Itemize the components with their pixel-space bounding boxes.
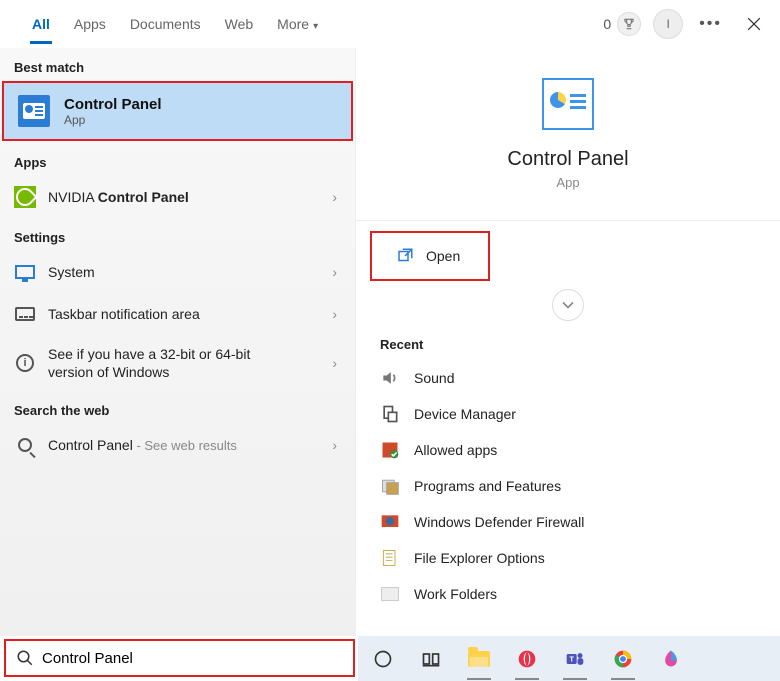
programs-icon xyxy=(380,476,400,496)
tab-apps[interactable]: Apps xyxy=(62,4,118,44)
preview-title: Control Panel xyxy=(356,148,780,171)
chevron-right-icon: › xyxy=(332,355,337,371)
preview-sub: App xyxy=(356,175,780,190)
taskbar-chrome[interactable] xyxy=(608,644,638,674)
apps-header: Apps xyxy=(0,143,355,176)
control-panel-large-icon xyxy=(542,78,594,130)
best-match-sub: App xyxy=(64,113,162,127)
taskbar: T xyxy=(358,636,780,681)
tab-all[interactable]: All xyxy=(20,4,62,44)
best-match-header: Best match xyxy=(0,48,355,81)
taskbar-paint[interactable] xyxy=(656,644,686,674)
preview-pane: Control Panel App Open Recent Sound Devi… xyxy=(355,48,780,636)
best-match-result[interactable]: Control Panel App xyxy=(2,81,353,141)
search-icon xyxy=(14,434,36,456)
speaker-icon xyxy=(380,368,400,388)
search-icon xyxy=(16,649,34,667)
taskbar-teams[interactable]: T xyxy=(560,644,590,674)
trophy-icon xyxy=(617,12,641,36)
tab-more[interactable]: More▾ xyxy=(265,4,330,44)
chevron-right-icon: › xyxy=(332,437,337,453)
recent-allowed-apps[interactable]: Allowed apps xyxy=(356,432,780,468)
monitor-icon xyxy=(14,261,36,283)
firewall-app-icon xyxy=(380,440,400,460)
setting-taskbar-notification[interactable]: Taskbar notification area › xyxy=(0,293,355,335)
search-input[interactable] xyxy=(42,650,343,667)
taskbar-icon xyxy=(14,303,36,325)
more-options-button[interactable]: ••• xyxy=(695,15,726,33)
tab-documents[interactable]: Documents xyxy=(118,4,213,44)
settings-header: Settings xyxy=(0,218,355,251)
firewall-icon xyxy=(380,512,400,532)
taskbar-opera[interactable] xyxy=(512,644,542,674)
app-result-nvidia[interactable]: NVIDIA Control Panel › xyxy=(0,176,355,218)
chevron-right-icon: › xyxy=(332,189,337,205)
taskbar-explorer[interactable] xyxy=(464,644,494,674)
setting-bit-version[interactable]: i See if you have a 32-bit or 64-bit ver… xyxy=(0,335,355,391)
expand-actions[interactable] xyxy=(552,289,584,321)
search-web-header: Search the web xyxy=(0,391,355,424)
tab-web[interactable]: Web xyxy=(213,4,266,44)
rewards-points[interactable]: 0 xyxy=(603,12,641,36)
nvidia-icon xyxy=(14,186,36,208)
control-panel-icon xyxy=(18,95,50,127)
chevron-right-icon: › xyxy=(332,306,337,322)
recent-device-manager[interactable]: Device Manager xyxy=(356,396,780,432)
user-avatar[interactable]: I xyxy=(653,9,683,39)
recent-defender-firewall[interactable]: Windows Defender Firewall xyxy=(356,504,780,540)
recent-programs-features[interactable]: Programs and Features xyxy=(356,468,780,504)
results-pane: Best match Control Panel App Apps NVIDIA… xyxy=(0,48,355,636)
search-box[interactable] xyxy=(4,639,355,677)
open-icon xyxy=(396,247,414,265)
recent-work-folders[interactable]: Work Folders xyxy=(356,576,780,612)
recent-header: Recent xyxy=(356,321,780,360)
chevron-down-icon: ▾ xyxy=(313,21,318,32)
folder-icon xyxy=(380,584,400,604)
folder-options-icon xyxy=(380,548,400,568)
open-action[interactable]: Open xyxy=(370,231,490,281)
svg-text:T: T xyxy=(569,654,574,663)
info-icon: i xyxy=(14,352,36,374)
best-match-title: Control Panel xyxy=(64,96,162,113)
chevron-right-icon: › xyxy=(332,264,337,280)
taskbar-cortana[interactable] xyxy=(368,644,398,674)
recent-file-explorer-options[interactable]: File Explorer Options xyxy=(356,540,780,576)
taskbar-taskview[interactable] xyxy=(416,644,446,674)
setting-system[interactable]: System › xyxy=(0,251,355,293)
web-result[interactable]: Control Panel - See web results › xyxy=(0,424,355,466)
device-icon xyxy=(380,404,400,424)
recent-sound[interactable]: Sound xyxy=(356,360,780,396)
close-button[interactable] xyxy=(738,8,770,40)
